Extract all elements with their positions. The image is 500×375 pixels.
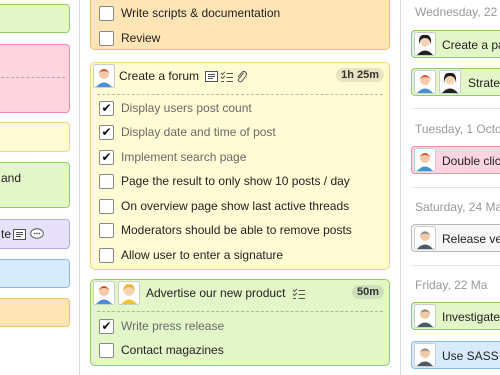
avatar (414, 32, 436, 56)
checkbox[interactable] (99, 173, 114, 189)
left-card-text: and (1, 171, 22, 185)
kanban-board: and te Write scripts & documentation Rev… (0, 0, 500, 375)
checklist-item: ✔ Display date and time of post (99, 121, 381, 143)
checklist-item: Write scripts & documentation (99, 2, 381, 24)
duration-badge: 1h 25m (336, 68, 384, 82)
checklist-item-label: Implement search page (121, 150, 247, 164)
checkbox-checked[interactable]: ✔ (99, 124, 114, 140)
left-column: and te (0, 0, 80, 375)
duration-badge: 50m (351, 285, 384, 299)
checklist-item: Contact magazines (99, 339, 381, 361)
checklist-item-label: Contact magazines (121, 343, 224, 357)
checkbox-checked[interactable]: ✔ (99, 318, 114, 334)
checklist-item-label: Display date and time of post (121, 125, 276, 139)
left-card[interactable]: te (0, 219, 70, 249)
card-icons (205, 70, 248, 83)
card-title: Advertise our new product (146, 286, 306, 300)
day-header: Tuesday, 1 Octo (415, 122, 500, 136)
checkbox[interactable] (99, 5, 114, 21)
checklist-item: Allow user to enter a signature (99, 244, 381, 266)
card-header: Create a forum 1h 25m (91, 63, 389, 89)
timeline-card[interactable]: Double clic (411, 146, 500, 174)
checkbox[interactable] (99, 198, 114, 214)
day-header: Saturday, 24 Ma (415, 200, 500, 214)
card-icons (292, 288, 306, 300)
left-card-text: te (1, 227, 12, 241)
avatar (439, 70, 461, 94)
left-card[interactable] (0, 44, 70, 113)
avatar (414, 304, 436, 328)
checklist-item-label: Moderators should be able to remove post… (121, 223, 352, 237)
day-header: Friday, 22 Ma (415, 278, 488, 292)
checkbox-checked[interactable]: ✔ (99, 100, 114, 116)
left-card[interactable] (0, 298, 70, 327)
checklist-item-label: On overview page show last active thread… (121, 199, 350, 213)
left-card[interactable] (0, 259, 70, 288)
avatar (414, 226, 436, 250)
timeline-card[interactable]: Investigate (411, 302, 500, 330)
checklist-item-label: Review (121, 31, 161, 45)
timeline-card-title: Strateg (468, 76, 500, 90)
attachment-icon (237, 71, 248, 83)
card-header: Advertise our new product 50m (91, 280, 389, 306)
note-icon (13, 229, 26, 240)
card-title-text: Create a forum (119, 69, 200, 83)
card-title: Create a forum (119, 69, 248, 83)
day-header: Wednesday, 22 (415, 5, 498, 19)
checkbox[interactable] (99, 222, 114, 238)
checklist-icon (221, 71, 234, 82)
avatar (414, 70, 436, 94)
card-title-text: Advertise our new product (146, 286, 286, 300)
timeline-card[interactable]: Use SASS (411, 341, 500, 369)
avatar (414, 148, 436, 172)
checklist-item: Page the result to only show 10 posts / … (99, 170, 381, 192)
timeline-card-title: Release ve (442, 232, 500, 246)
timeline-card-title: Investigate (442, 310, 500, 324)
checklist-item-label: Write scripts & documentation (121, 6, 281, 20)
checklist-item-label: Allow user to enter a signature (121, 248, 284, 262)
checkbox[interactable] (99, 342, 114, 358)
timeline-card[interactable]: Create a pa (411, 30, 500, 58)
checkbox[interactable] (99, 30, 114, 46)
checklist-item: Review (99, 27, 381, 49)
avatar (93, 281, 115, 305)
left-card[interactable]: and (0, 162, 70, 208)
checkbox[interactable] (99, 247, 114, 263)
checklist-icon (292, 288, 305, 299)
left-card[interactable] (0, 122, 70, 152)
middle-column: Write scripts & documentation Review Cre… (80, 0, 400, 375)
timeline-card[interactable]: Release ve (411, 224, 500, 252)
avatar (414, 343, 436, 367)
timeline-card-title: Create a pa (442, 38, 500, 52)
checklist-item: Moderators should be able to remove post… (99, 219, 381, 241)
timeline-column: Wednesday, 22 Create a pa Strate Tuesday… (400, 0, 500, 375)
checklist-item: On overview page show last active thread… (99, 195, 381, 217)
avatar (118, 281, 140, 305)
timeline-card[interactable]: Strateg (411, 68, 500, 96)
task-card[interactable]: Write scripts & documentation Review (90, 0, 390, 50)
note-icon (205, 71, 219, 83)
comment-icon (30, 228, 44, 239)
checklist-item-label: Page the result to only show 10 posts / … (121, 174, 350, 188)
checklist-item: ✔ Implement search page (99, 146, 381, 168)
checklist-item: ✔ Display users post count (99, 97, 381, 119)
checkbox-checked[interactable]: ✔ (99, 149, 114, 165)
checklist-item: ✔ Write press release (99, 315, 381, 337)
task-card[interactable]: Create a forum 1h 25m ✔ Display users po… (90, 62, 390, 270)
checklist-item-label: Display users post count (121, 101, 252, 115)
timeline-card-title: Use SASS (442, 349, 499, 363)
task-card[interactable]: Advertise our new product 50m ✔ Write pr… (90, 279, 390, 366)
avatar (93, 64, 115, 88)
timeline-card-title: Double clic (442, 154, 500, 168)
checklist-item-label: Write press release (121, 319, 225, 333)
left-card[interactable] (0, 4, 70, 33)
